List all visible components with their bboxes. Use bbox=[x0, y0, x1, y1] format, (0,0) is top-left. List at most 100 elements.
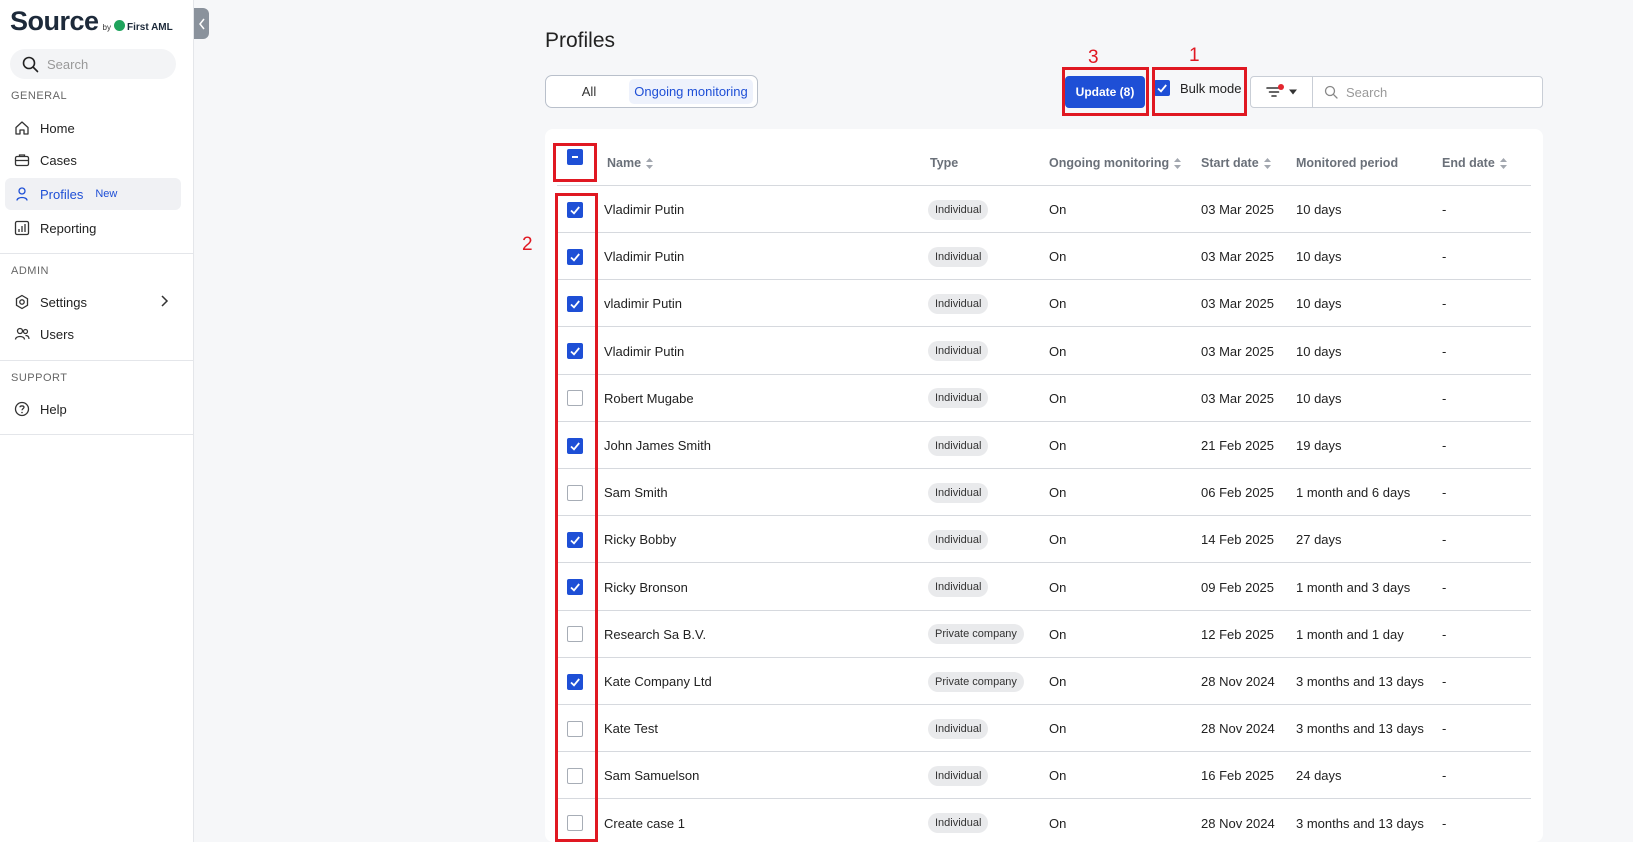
cell-period-text: 10 days bbox=[1296, 343, 1342, 359]
collapse-sidebar-button[interactable] bbox=[194, 8, 209, 39]
cell-period: 1 month and 3 days bbox=[1296, 564, 1410, 611]
sidebar-item-reporting[interactable]: Reporting bbox=[5, 212, 181, 244]
filter-button[interactable] bbox=[1250, 76, 1313, 108]
row-checkbox[interactable] bbox=[567, 673, 583, 690]
page-title: Profiles bbox=[545, 29, 616, 52]
sidebar-item-settings[interactable]: Settings bbox=[5, 286, 181, 318]
cell-end-text: - bbox=[1442, 296, 1447, 312]
profile-search-input[interactable] bbox=[1346, 84, 1526, 100]
cell-name: Vladimir Putin bbox=[604, 186, 684, 233]
sidebar-item-home[interactable]: Home bbox=[5, 112, 181, 144]
cell-name: vladimir Putin bbox=[604, 280, 682, 327]
table-row[interactable]: Create case 1 Individual On 28 Nov 2024 3 mo… bbox=[557, 800, 1531, 842]
update-button[interactable]: Update (8) bbox=[1065, 76, 1145, 108]
col-name-header[interactable]: Name bbox=[607, 156, 654, 170]
cell-end: - bbox=[1442, 422, 1446, 469]
cell-monitoring: On bbox=[1049, 705, 1066, 752]
row-checkbox[interactable] bbox=[567, 815, 583, 832]
annotation-label-3: 3 bbox=[1088, 47, 1099, 68]
minus-icon bbox=[572, 156, 578, 158]
table-row[interactable]: Sam Samuelson Individual On 16 Feb 2025 24 d… bbox=[557, 752, 1531, 800]
cell-start: 03 Mar 2025 bbox=[1201, 375, 1274, 422]
type-pill: Individual bbox=[928, 199, 989, 220]
table-row[interactable]: Ricky Bronson Individual On 09 Feb 2025 1 mo… bbox=[557, 564, 1531, 611]
table-row[interactable]: John James Smith Individual On 21 Feb 2025 1… bbox=[557, 422, 1531, 469]
row-checkbox[interactable] bbox=[567, 484, 583, 501]
cell-end-text: - bbox=[1442, 815, 1447, 831]
profile-search[interactable] bbox=[1312, 76, 1543, 108]
sidebar-item-users[interactable]: Users bbox=[5, 318, 181, 350]
cell-start-text: 12 Feb 2025 bbox=[1201, 626, 1275, 642]
table-row[interactable]: Sam Smith Individual On 06 Feb 2025 1 month … bbox=[557, 469, 1531, 517]
sidebar-item-profiles[interactable]: Profiles New bbox=[5, 178, 181, 210]
select-all-cell bbox=[567, 149, 583, 165]
cell-name-text: Vladimir Putin bbox=[604, 249, 685, 265]
table-row[interactable]: Vladimir Putin Individual On 03 Mar 2025 10 … bbox=[557, 186, 1531, 233]
cell-type: Individual bbox=[928, 705, 989, 752]
tab-ongoing-monitoring[interactable]: Ongoing monitoring bbox=[629, 79, 753, 104]
table-row[interactable]: Kate Company Ltd Private company On 28 Nov … bbox=[557, 658, 1531, 705]
cell-start-text: 03 Mar 2025 bbox=[1201, 249, 1274, 265]
cell-end: - bbox=[1442, 564, 1446, 611]
row-checkbox[interactable] bbox=[567, 437, 583, 454]
chevron-left-icon bbox=[198, 18, 205, 29]
row-checkbox[interactable] bbox=[567, 626, 583, 643]
cell-end-text: - bbox=[1442, 674, 1447, 689]
bulk-mode-toggle[interactable]: Bulk mode bbox=[1154, 80, 1241, 96]
tab-all[interactable]: All bbox=[549, 79, 629, 104]
cell-name-text: Sam Samuelson bbox=[604, 768, 700, 784]
cell-name-text: Kate Test bbox=[604, 721, 658, 737]
table-row[interactable]: Robert Mugabe Individual On 03 Mar 2025 10 d… bbox=[557, 375, 1531, 422]
row-checkbox[interactable] bbox=[567, 390, 583, 407]
filter-active-dot bbox=[1278, 84, 1284, 90]
row-select-cell bbox=[567, 564, 583, 611]
cell-period: 1 month and 1 day bbox=[1296, 611, 1404, 658]
col-period-header: Monitored period bbox=[1296, 156, 1398, 170]
row-checkbox[interactable] bbox=[567, 720, 583, 737]
cell-monitoring: On bbox=[1049, 328, 1066, 375]
row-checkbox[interactable] bbox=[567, 201, 583, 218]
sidebar-search-input[interactable] bbox=[47, 56, 167, 72]
table-row[interactable]: Vladimir Putin Individual On 03 Mar 2025 10 … bbox=[557, 233, 1531, 281]
row-select-cell bbox=[567, 422, 583, 469]
sidebar-item-cases[interactable]: Cases bbox=[5, 144, 181, 176]
new-badge: New bbox=[95, 188, 118, 200]
users-icon bbox=[14, 326, 30, 342]
cell-type: Individual bbox=[928, 752, 989, 799]
cell-start: 14 Feb 2025 bbox=[1201, 516, 1274, 563]
table-row[interactable]: Ricky Bobby Individual On 14 Feb 2025 27 day… bbox=[557, 516, 1531, 564]
select-all-checkbox[interactable] bbox=[567, 149, 583, 165]
sidebar-search[interactable] bbox=[10, 49, 176, 79]
table-row[interactable]: Vladimir Putin Individual On 03 Mar 2025 10 … bbox=[557, 328, 1531, 375]
check-icon bbox=[570, 300, 580, 309]
row-select-cell bbox=[567, 752, 583, 799]
cell-name: Vladimir Putin bbox=[604, 328, 684, 375]
table-row[interactable]: Kate Test Individual On 28 Nov 2024 3 months… bbox=[557, 705, 1531, 753]
row-checkbox[interactable] bbox=[567, 579, 583, 596]
row-checkbox[interactable] bbox=[567, 295, 583, 312]
cell-name-text: Ricky Bobby bbox=[604, 532, 677, 548]
table-row[interactable]: Research Sa B.V. Private company On 12 Feb … bbox=[557, 611, 1531, 658]
col-end-header[interactable]: End date bbox=[1442, 156, 1507, 170]
cell-start-text: 28 Nov 2024 bbox=[1201, 815, 1275, 831]
row-checkbox[interactable] bbox=[567, 531, 583, 548]
row-checkbox[interactable] bbox=[567, 343, 583, 360]
col-start-label: Start date bbox=[1201, 156, 1259, 170]
table-row[interactable]: vladimir Putin Individual On 03 Mar 2025 10 … bbox=[557, 280, 1531, 328]
col-start-header[interactable]: Start date bbox=[1201, 156, 1271, 170]
row-checkbox[interactable] bbox=[567, 767, 583, 784]
bulk-mode-checkbox[interactable] bbox=[1154, 80, 1170, 96]
col-monitoring-header[interactable]: Ongoing monitoring bbox=[1049, 156, 1182, 170]
sidebar-item-help[interactable]: Help bbox=[5, 393, 181, 425]
row-select-cell bbox=[567, 611, 583, 658]
cell-name: Kate Company Ltd bbox=[604, 658, 712, 705]
cell-end-text: - bbox=[1442, 249, 1447, 265]
cell-end-text: - bbox=[1442, 626, 1447, 642]
cell-end: - bbox=[1442, 233, 1446, 280]
row-checkbox[interactable] bbox=[567, 248, 583, 265]
home-icon bbox=[14, 120, 30, 136]
cell-type: Individual bbox=[928, 422, 989, 469]
cell-start-text: 03 Mar 2025 bbox=[1201, 343, 1274, 359]
row-select-cell bbox=[567, 516, 583, 563]
settings-icon bbox=[14, 294, 30, 310]
